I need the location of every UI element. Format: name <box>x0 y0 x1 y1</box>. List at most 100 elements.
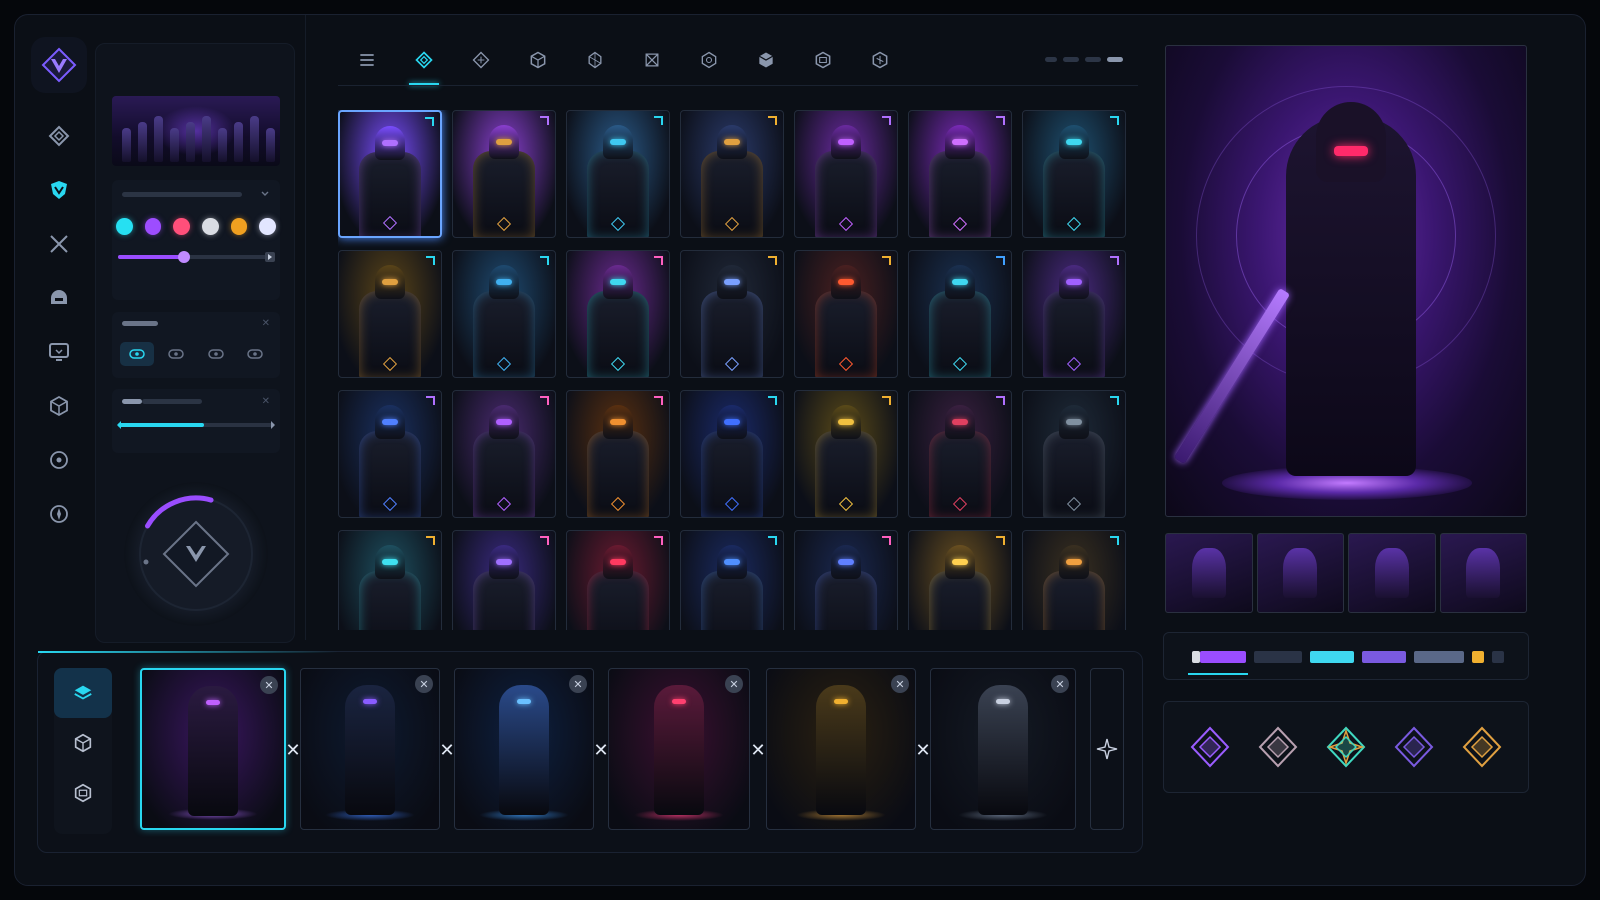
remove-slot-button[interactable]: ✕ <box>260 676 278 694</box>
palette-chip[interactable] <box>1254 651 1302 663</box>
palette-chip[interactable] <box>1362 651 1406 663</box>
skin-card[interactable] <box>338 530 442 630</box>
nav-diamond-button[interactable] <box>31 109 87 163</box>
tab-box[interactable] <box>737 45 794 75</box>
color-swatch[interactable] <box>259 218 277 235</box>
skin-card[interactable] <box>794 250 898 378</box>
skin-card[interactable] <box>908 110 1012 238</box>
hood-thumb[interactable] <box>1348 533 1436 613</box>
loadout-slot[interactable]: ✕ <box>454 668 594 830</box>
skin-card[interactable] <box>566 390 670 518</box>
color-swatch[interactable] <box>173 218 191 235</box>
skin-card[interactable] <box>452 110 556 238</box>
color-dropdown[interactable] <box>112 180 280 208</box>
nav-crossed-swords-button[interactable] <box>31 217 87 271</box>
nav-shield-button[interactable] <box>31 163 87 217</box>
skin-card[interactable] <box>452 390 556 518</box>
skin-card[interactable] <box>680 530 784 630</box>
banner-figure <box>234 122 243 162</box>
add-slot-button[interactable] <box>1090 668 1124 830</box>
skin-card[interactable] <box>338 110 442 238</box>
display-mode-button[interactable] <box>159 342 193 366</box>
violet-shard-icon <box>1394 726 1434 768</box>
nav-monitor-button[interactable] <box>31 325 87 379</box>
skin-card[interactable] <box>908 530 1012 630</box>
palette-chip[interactable] <box>1200 651 1246 663</box>
skin-card[interactable] <box>452 250 556 378</box>
emblem-option[interactable] <box>1460 725 1504 769</box>
skin-card[interactable] <box>1022 390 1126 518</box>
emblem-option[interactable] <box>1324 725 1368 769</box>
palette-chip[interactable] <box>1492 651 1504 663</box>
tab-crystal[interactable] <box>566 45 623 75</box>
loadout-tab-cube[interactable] <box>54 718 112 768</box>
close-section-icon[interactable]: ✕ <box>262 318 270 329</box>
remove-slot-button[interactable]: ✕ <box>1051 675 1069 693</box>
emblem-option[interactable] <box>1392 725 1436 769</box>
page-indicator[interactable] <box>1033 57 1123 62</box>
glow-slider[interactable] <box>112 415 280 435</box>
remove-slot-button[interactable]: ✕ <box>891 675 909 693</box>
armor-thumb[interactable] <box>1256 533 1344 613</box>
loadout-tab-layers[interactable] <box>54 668 112 718</box>
color-swatch[interactable] <box>230 218 248 235</box>
skin-card[interactable] <box>680 390 784 518</box>
intensity-slider[interactable] <box>112 247 280 267</box>
palette-chip[interactable] <box>1414 651 1464 663</box>
blade-thumb[interactable] <box>1165 533 1253 613</box>
palette-chip[interactable] <box>1192 651 1200 663</box>
color-swatch[interactable] <box>116 218 133 235</box>
nav-target-button[interactable] <box>31 433 87 487</box>
skin-card[interactable] <box>1022 530 1126 630</box>
emblem-option[interactable] <box>1256 725 1300 769</box>
skin-card[interactable] <box>908 390 1012 518</box>
skin-card[interactable] <box>452 530 556 630</box>
skin-card[interactable] <box>908 250 1012 378</box>
tab-hex[interactable] <box>851 45 908 75</box>
tab-knot[interactable] <box>623 45 680 75</box>
remove-slot-button[interactable]: ✕ <box>725 675 743 693</box>
skin-card[interactable] <box>680 110 784 238</box>
skin-card[interactable] <box>566 530 670 630</box>
loadout-slot[interactable]: ✕ <box>766 668 916 830</box>
mode-section: ✕ <box>112 312 280 378</box>
skin-card[interactable] <box>566 110 670 238</box>
loadout-slot[interactable]: ✕ <box>140 668 286 830</box>
tab-gem[interactable] <box>680 45 737 75</box>
app-logo[interactable] <box>31 37 87 93</box>
tab-cube[interactable] <box>509 45 566 75</box>
tab-diamond[interactable] <box>395 45 452 85</box>
skin-card[interactable] <box>680 250 784 378</box>
skin-card[interactable] <box>794 110 898 238</box>
skin-card[interactable] <box>1022 250 1126 378</box>
emblem-thumb[interactable] <box>1439 533 1527 613</box>
loadout-slot[interactable]: ✕ <box>608 668 750 830</box>
display-mode-button[interactable] <box>238 342 272 366</box>
color-swatch[interactable] <box>144 218 162 235</box>
display-mode-button[interactable] <box>120 342 154 366</box>
remove-slot-button[interactable]: ✕ <box>415 675 433 693</box>
nav-helmet-button[interactable] <box>31 271 87 325</box>
loadout-slot[interactable]: ✕ <box>930 668 1076 830</box>
tab-crate[interactable] <box>794 45 851 75</box>
tab-rune[interactable] <box>452 45 509 75</box>
loadout-tab-crate[interactable] <box>54 768 112 818</box>
nav-cube-button[interactable] <box>31 379 87 433</box>
tab-list[interactable] <box>338 45 395 75</box>
rotation-dial[interactable] <box>124 482 268 626</box>
palette-chip[interactable] <box>1310 651 1354 663</box>
color-swatch[interactable] <box>202 218 219 235</box>
skin-card[interactable] <box>794 530 898 630</box>
loadout-slot[interactable]: ✕ <box>300 668 440 830</box>
close-section-icon[interactable]: ✕ <box>262 396 270 407</box>
skin-card[interactable] <box>794 390 898 518</box>
emblem-option[interactable] <box>1188 725 1232 769</box>
palette-chip[interactable] <box>1472 651 1484 663</box>
skin-card[interactable] <box>338 390 442 518</box>
skin-card[interactable] <box>1022 110 1126 238</box>
nav-compass-button[interactable] <box>31 487 87 541</box>
skin-card[interactable] <box>566 250 670 378</box>
skin-card[interactable] <box>338 250 442 378</box>
display-mode-button[interactable] <box>199 342 233 366</box>
remove-slot-button[interactable]: ✕ <box>569 675 587 693</box>
